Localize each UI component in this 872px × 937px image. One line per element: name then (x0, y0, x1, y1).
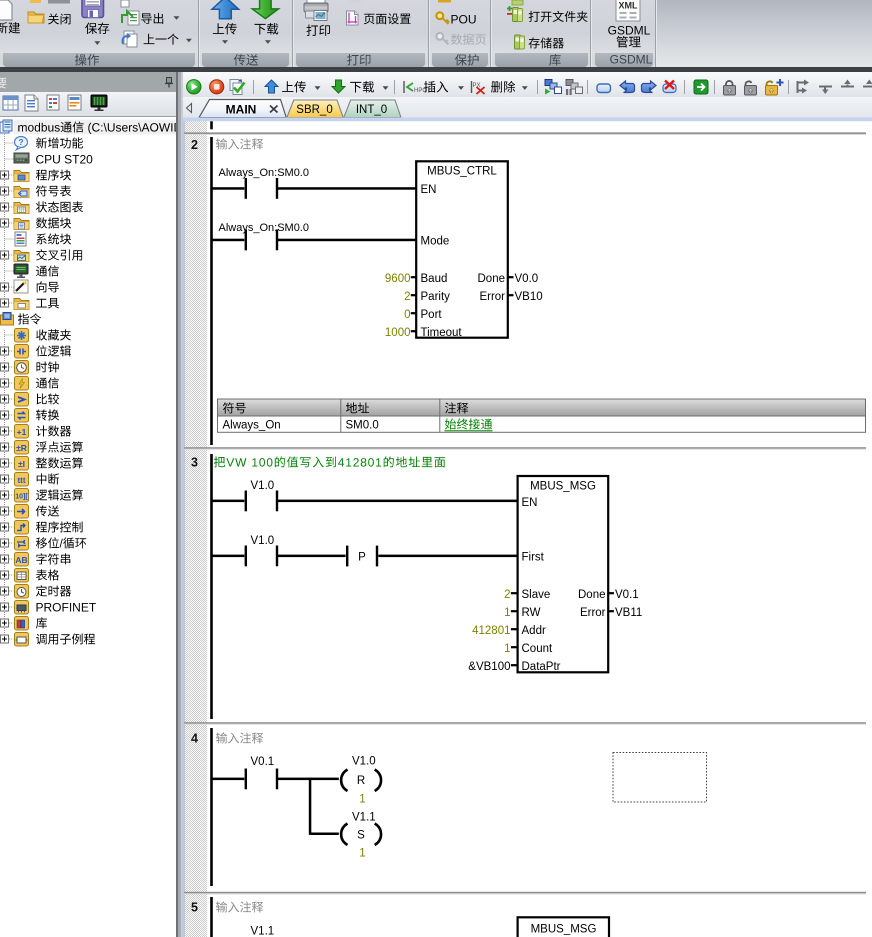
svg-text:Always_On: Always_On (223, 420, 281, 432)
svg-text:Timeout: Timeout (421, 327, 463, 339)
svg-text:4: 4 (191, 732, 198, 746)
svg-text:SM0.0: SM0.0 (346, 420, 379, 432)
svg-text:V0.0: V0.0 (515, 273, 539, 285)
svg-text:First: First (522, 552, 545, 564)
svg-text:1: 1 (504, 607, 510, 619)
svg-text:±I: ±I (18, 459, 25, 469)
svg-text:MBUS_MSG: MBUS_MSG (531, 924, 597, 936)
svg-text:Done: Done (478, 273, 506, 285)
svg-text:VB11: VB11 (615, 607, 642, 619)
svg-text:Slave: Slave (522, 589, 551, 601)
svg-text:Error: Error (580, 607, 606, 619)
svg-text:EN: EN (421, 184, 437, 196)
svg-text:EN: EN (522, 497, 538, 509)
svg-text:V1.0: V1.0 (352, 756, 376, 768)
svg-text:GSDML: GSDML (610, 53, 653, 67)
svg-text:9600: 9600 (385, 273, 411, 285)
svg-text:V0.1: V0.1 (615, 589, 639, 601)
svg-text:Always_On:SM0.0: Always_On:SM0.0 (219, 167, 309, 179)
svg-text:±R: ±R (16, 443, 27, 453)
svg-text:HPO: HPO (414, 88, 427, 94)
svg-text:2: 2 (504, 589, 510, 601)
svg-text:&VB100: &VB100 (468, 661, 510, 673)
svg-text:V1.0: V1.0 (251, 535, 275, 547)
svg-text:VB10: VB10 (515, 291, 543, 303)
svg-text:2: 2 (191, 138, 198, 152)
svg-text:V1.1: V1.1 (352, 812, 376, 824)
svg-text:412801: 412801 (472, 625, 510, 637)
svg-text:MBUS_MSG: MBUS_MSG (530, 481, 596, 493)
svg-text:P: P (358, 552, 366, 564)
svg-text:V0.1: V0.1 (251, 756, 275, 768)
svg-text:S: S (357, 830, 365, 842)
svg-text:SBR_0: SBR_0 (296, 104, 332, 116)
svg-text:DataPtr: DataPtr (522, 661, 561, 673)
svg-text:INT_0: INT_0 (356, 104, 387, 116)
svg-text:R: R (357, 775, 365, 787)
svg-text:POU: POU (451, 13, 477, 27)
svg-text:AB: AB (15, 555, 27, 565)
svg-text:Port: Port (421, 309, 443, 321)
svg-text:MAIN: MAIN (226, 103, 257, 117)
svg-text:PROFINET: PROFINET (36, 601, 97, 615)
svg-text:1: 1 (359, 794, 365, 806)
svg-text:GSDML: GSDML (608, 24, 651, 38)
svg-text:1: 1 (504, 643, 510, 655)
svg-text:1: 1 (359, 848, 365, 860)
svg-text:0: 0 (404, 309, 410, 321)
svg-text:Done: Done (578, 589, 606, 601)
svg-text:+1: +1 (17, 427, 27, 437)
svg-text:MBUS_CTRL: MBUS_CTRL (427, 166, 497, 178)
svg-text:Error: Error (479, 291, 505, 303)
svg-text:Parity: Parity (421, 291, 451, 303)
svg-text:5: 5 (191, 901, 198, 915)
svg-text:CPU ST20: CPU ST20 (36, 153, 94, 167)
svg-text:V1.1: V1.1 (251, 926, 275, 937)
svg-text:V1.0: V1.0 (251, 480, 275, 492)
svg-text:XML: XML (619, 1, 639, 11)
svg-text:Count: Count (522, 643, 553, 655)
svg-text:?: ? (18, 137, 23, 147)
svg-text:Addr: Addr (522, 625, 546, 637)
svg-text:Mode: Mode (421, 236, 450, 248)
svg-text:2: 2 (404, 291, 410, 303)
svg-text:ttt: ttt (18, 476, 26, 485)
svg-text:RW: RW (522, 607, 541, 619)
svg-text:3: 3 (191, 456, 198, 470)
svg-text:1000: 1000 (385, 327, 411, 339)
svg-text:10][: 10][ (15, 494, 28, 501)
svg-text:Always_On:SM0.0: Always_On:SM0.0 (219, 222, 309, 234)
svg-text:Baud: Baud (421, 273, 448, 285)
